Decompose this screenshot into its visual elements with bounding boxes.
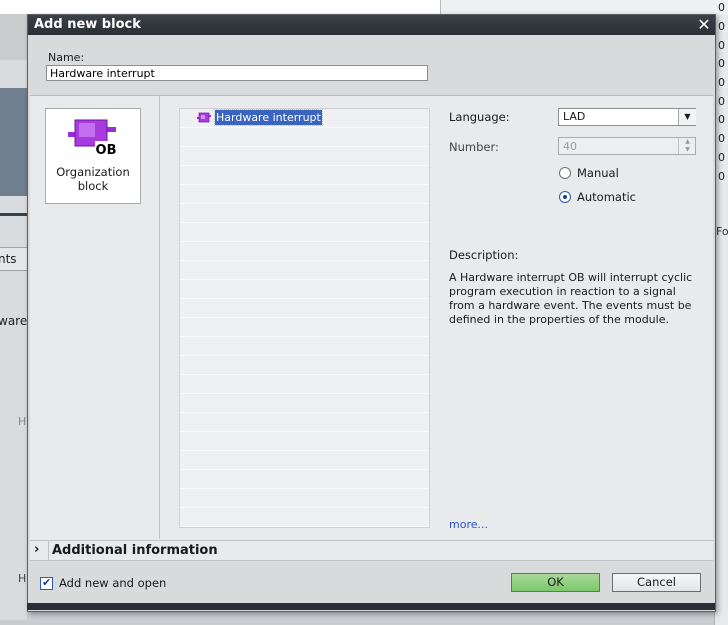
organization-block-label: Organization block: [46, 165, 140, 193]
ob-label-line1: Organization: [56, 165, 130, 179]
tree-empty-row: [180, 299, 429, 318]
tree-empty-row: [180, 451, 429, 470]
name-input[interactable]: [46, 65, 428, 81]
background-left-divider: [0, 213, 27, 216]
description-label: Description:: [449, 248, 519, 262]
background-label-ware: ware: [0, 314, 28, 328]
tree-empty-row: [180, 470, 429, 489]
number-value: 40: [563, 140, 577, 153]
block-type-tree[interactable]: Hardware interrupt: [179, 108, 430, 528]
background-cell: 0: [718, 76, 725, 89]
tree-empty-row: [180, 185, 429, 204]
more-link[interactable]: more...: [449, 518, 488, 531]
chevron-right-icon[interactable]: ›: [34, 542, 39, 557]
add-new-and-open-checkbox[interactable]: ✔: [40, 576, 53, 590]
spin-down-icon[interactable]: ▼: [679, 146, 696, 154]
number-label: Number:: [449, 140, 499, 154]
tree-empty-row: [180, 166, 429, 185]
spin-up-icon[interactable]: ▲: [679, 138, 696, 146]
add-new-and-open-label[interactable]: Add new and open: [59, 576, 166, 590]
background-label-h: H: [18, 572, 27, 585]
additional-information-label: Additional information: [52, 543, 218, 558]
column-divider: [159, 95, 160, 539]
chevron-down-icon[interactable]: ▼: [678, 109, 696, 125]
background-cell: 0: [718, 151, 725, 164]
add-new-block-dialog: Add new block ✕ Name: OB Organization bl…: [27, 14, 716, 612]
dialog-title: Add new block: [34, 17, 141, 32]
language-value: LAD: [563, 110, 586, 123]
background-cell: 0: [718, 20, 725, 33]
tree-empty-row: [180, 337, 429, 356]
number-spin-buttons[interactable]: ▲ ▼: [678, 138, 696, 154]
ok-button[interactable]: OK: [511, 573, 600, 592]
ob-small-icon: [197, 112, 211, 123]
checkmark-icon: ✔: [42, 576, 52, 589]
number-stepper[interactable]: 40 ▲ ▼: [558, 137, 696, 155]
tree-empty-row: [180, 356, 429, 375]
additional-information-divider: [48, 541, 49, 560]
tree-item[interactable]: Hardware interrupt: [180, 109, 429, 128]
background-label-h: H: [18, 415, 27, 428]
description-text: A Hardware interrupt OB will interrupt c…: [449, 271, 693, 326]
background-cell: 0: [718, 39, 725, 52]
tree-empty-row: [180, 318, 429, 337]
tree-empty-row: [180, 204, 429, 223]
ob-label-line2: block: [77, 179, 109, 193]
background-cell: 0: [718, 113, 725, 126]
manual-radio[interactable]: [559, 167, 571, 179]
background-cell: 0: [718, 57, 725, 70]
organization-block-tile[interactable]: OB Organization block: [45, 108, 141, 204]
tree-empty-row: [180, 128, 429, 147]
background-status-strip: [27, 603, 715, 610]
name-label: Name:: [48, 51, 85, 64]
close-button[interactable]: ✕: [695, 16, 713, 34]
tree-empty-row: [180, 489, 429, 508]
automatic-radio[interactable]: [559, 191, 571, 203]
language-label: Language:: [449, 110, 510, 124]
additional-information-bar[interactable]: › Additional information: [30, 540, 713, 561]
dialog-title-bar[interactable]: Add new block ✕: [28, 15, 715, 35]
tree-empty-row: [180, 508, 429, 527]
close-icon: ✕: [697, 15, 711, 34]
background-grid-header: [440, 0, 728, 14]
tree-empty-row: [180, 261, 429, 280]
background-left-header: [0, 88, 27, 196]
background-cell: 0: [718, 132, 725, 145]
tree-empty-row: [180, 394, 429, 413]
cancel-button[interactable]: Cancel: [612, 573, 701, 592]
language-select[interactable]: LAD ▼: [558, 108, 696, 126]
tree-empty-row: [180, 432, 429, 451]
tree-empty-row: [180, 375, 429, 394]
tree-empty-row: [180, 280, 429, 299]
background-left-tab[interactable]: nts: [0, 247, 27, 271]
tree-empty-row: [180, 223, 429, 242]
organization-block-icon: OB: [68, 119, 117, 157]
automatic-radio-label[interactable]: Automatic: [577, 190, 636, 204]
background-cell: 0: [718, 170, 725, 183]
tree-empty-row: [180, 242, 429, 261]
background-tab-label: nts: [0, 252, 17, 266]
tree-item-label: Hardware interrupt: [214, 109, 323, 126]
radio-selected-dot: [563, 195, 567, 199]
tree-empty-row: [180, 147, 429, 166]
background-cell: 0: [718, 1, 725, 14]
background-label-fo: Fo: [716, 225, 728, 238]
tree-empty-row: [180, 413, 429, 432]
ob-badge: OB: [96, 143, 117, 157]
background-cell: 0: [718, 95, 725, 108]
manual-radio-label[interactable]: Manual: [577, 166, 619, 180]
